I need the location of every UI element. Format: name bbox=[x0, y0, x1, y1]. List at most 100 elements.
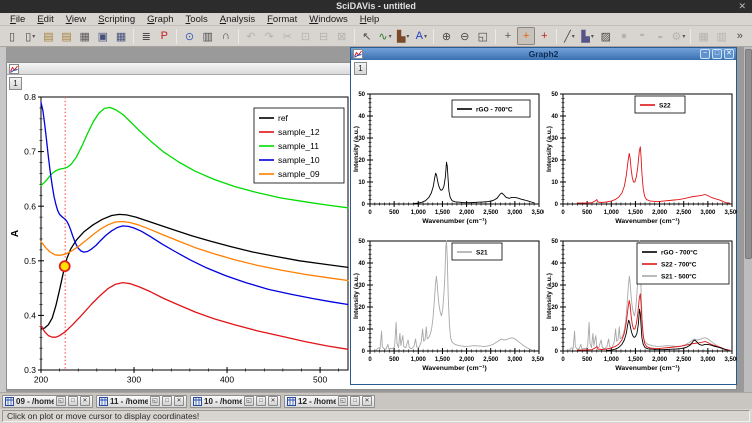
tab-close-button[interactable]: ✕ bbox=[80, 396, 90, 406]
svg-text:Intensity (a.u.): Intensity (a.u.) bbox=[353, 126, 360, 172]
rescale-to-show-all-icon[interactable]: ◱ bbox=[474, 27, 492, 45]
print-icon[interactable]: ≣ bbox=[137, 27, 155, 45]
zoom-in-icon[interactable]: ⊕ bbox=[437, 27, 455, 45]
tab-close-button[interactable]: ✕ bbox=[174, 396, 184, 406]
new-project-icon[interactable]: ▯ bbox=[3, 27, 21, 45]
scrollbar-thumb[interactable] bbox=[745, 49, 752, 259]
svg-text:Wavenumber (cm⁻¹): Wavenumber (cm⁻¹) bbox=[422, 365, 487, 372]
svg-text:40: 40 bbox=[551, 114, 558, 120]
graph2-minimize-button[interactable]: − bbox=[700, 49, 710, 59]
svg-text:50: 50 bbox=[551, 92, 558, 98]
menu-help[interactable]: Help bbox=[354, 14, 386, 25]
svg-text:S21 - 500°C: S21 - 500°C bbox=[661, 272, 697, 280]
tab-restore-button[interactable]: ◱ bbox=[338, 396, 348, 406]
menu-file[interactable]: File bbox=[4, 14, 31, 25]
table-add-column-icon: ▦ bbox=[694, 27, 712, 45]
plot-type-icon[interactable]: ∿▾ bbox=[376, 27, 394, 45]
new-aspect-icon[interactable]: ▯▾ bbox=[21, 27, 39, 45]
app-close-icon[interactable]: ✕ bbox=[738, 1, 746, 12]
tab-restore-button[interactable]: ◱ bbox=[244, 396, 254, 406]
tab-maximize-button[interactable]: □ bbox=[350, 396, 360, 406]
graph2-close-button[interactable]: ✕ bbox=[724, 49, 734, 59]
graph2-window[interactable]: Graph2 − □ ✕ 1 05001,0001,5002,0002,5003… bbox=[350, 47, 737, 385]
delete-icon: ⊠ bbox=[333, 27, 351, 45]
graph2-layer-button[interactable]: 1 bbox=[354, 62, 367, 75]
zoom-out-icon[interactable]: ⊖ bbox=[456, 27, 474, 45]
svg-text:500: 500 bbox=[582, 357, 593, 363]
svg-text:3,000: 3,000 bbox=[507, 210, 523, 216]
raman-combined-plot[interactable]: 05001,0001,5002,0002,5003,0003,500010203… bbox=[545, 231, 737, 373]
taskbar-tab[interactable]: 12 - /home/...◱□✕ bbox=[284, 395, 375, 408]
svg-text:1,000: 1,000 bbox=[411, 210, 427, 216]
table-icon bbox=[5, 397, 14, 406]
menu-scripting[interactable]: Scripting bbox=[92, 14, 141, 25]
plot-3d-ribbon-icon: ● bbox=[615, 27, 633, 45]
tab-maximize-button[interactable]: □ bbox=[162, 396, 172, 406]
status-message: Click on plot or move cursor to display … bbox=[2, 410, 750, 422]
graph2-title-bar[interactable]: Graph2 − □ ✕ bbox=[351, 48, 736, 60]
taskbar-tab[interactable]: 11 - /home/...◱□✕ bbox=[96, 395, 187, 408]
menu-format[interactable]: Format bbox=[261, 14, 303, 25]
svg-text:300: 300 bbox=[127, 375, 141, 385]
tab-maximize-button[interactable]: □ bbox=[256, 396, 266, 406]
menu-windows[interactable]: Windows bbox=[303, 14, 354, 25]
draw-line-icon[interactable]: ╱▾ bbox=[560, 27, 578, 45]
svg-text:1,000: 1,000 bbox=[604, 357, 620, 363]
import-ascii-icon[interactable]: ▦ bbox=[76, 27, 94, 45]
plot-wizard-icon[interactable]: ▙▾ bbox=[394, 27, 412, 45]
taskbar-tab[interactable]: 10 - /home/...◱□✕ bbox=[190, 395, 281, 408]
svg-text:2,500: 2,500 bbox=[676, 210, 692, 216]
project-explorer-icon[interactable]: ▥ bbox=[199, 27, 217, 45]
save-project-icon[interactable]: ▣ bbox=[94, 27, 112, 45]
svg-text:S22 - 700°C: S22 - 700°C bbox=[661, 260, 697, 268]
table-icon bbox=[99, 397, 108, 406]
export-pdf-icon[interactable]: P bbox=[155, 27, 173, 45]
tab-close-button[interactable]: ✕ bbox=[268, 396, 278, 406]
graph2-maximize-button[interactable]: □ bbox=[712, 49, 722, 59]
move-data-points-icon[interactable]: + bbox=[535, 27, 553, 45]
raman-s22-plot[interactable]: 05001,0001,5002,0002,5003,0003,500010203… bbox=[545, 84, 737, 226]
add-text-icon[interactable]: A▾ bbox=[412, 27, 430, 45]
menu-bar: FileEditViewScriptingGraphToolsAnalysisF… bbox=[0, 13, 752, 26]
add-histogram-icon[interactable]: ▙▾ bbox=[579, 27, 597, 45]
svg-text:50: 50 bbox=[358, 92, 365, 98]
add-image-icon[interactable]: ▨ bbox=[597, 27, 615, 45]
lock-toolbars-icon[interactable]: ∩ bbox=[217, 27, 235, 45]
svg-text:1,500: 1,500 bbox=[628, 357, 644, 363]
svg-text:sample_10: sample_10 bbox=[278, 155, 320, 165]
svg-text:0.7: 0.7 bbox=[24, 147, 36, 157]
uvvis-plot[interactable]: 2003004005000.30.40.50.60.70.8Arefsample… bbox=[9, 85, 352, 391]
taskbar-tab-label: 11 - /home/... bbox=[110, 397, 148, 406]
tab-maximize-button[interactable]: □ bbox=[68, 396, 78, 406]
open-template-icon[interactable]: ▤ bbox=[57, 27, 75, 45]
tab-restore-button[interactable]: ◱ bbox=[56, 396, 66, 406]
workspace-vertical-scrollbar[interactable] bbox=[743, 47, 752, 392]
pointer-icon[interactable]: ↖ bbox=[358, 27, 376, 45]
menu-tools[interactable]: Tools bbox=[180, 14, 214, 25]
find-window-icon[interactable]: ⊙ bbox=[180, 27, 198, 45]
svg-text:Intensity (a.u.): Intensity (a.u.) bbox=[546, 273, 553, 319]
graph2-title: Graph2 bbox=[351, 49, 736, 59]
svg-text:10: 10 bbox=[551, 180, 558, 186]
svg-text:2,500: 2,500 bbox=[483, 357, 499, 363]
tab-restore-button[interactable]: ◱ bbox=[150, 396, 160, 406]
toolbar-overflow-icon[interactable]: » bbox=[731, 27, 749, 45]
menu-view[interactable]: View bbox=[60, 14, 92, 25]
screen-reader-icon[interactable]: + bbox=[517, 27, 535, 45]
raman-s21-plot[interactable]: 05001,0001,5002,0002,5003,0003,500010203… bbox=[352, 231, 544, 373]
save-template-icon[interactable]: ▦ bbox=[112, 27, 130, 45]
svg-text:2,000: 2,000 bbox=[652, 210, 668, 216]
svg-text:0: 0 bbox=[555, 202, 559, 208]
svg-text:0.4: 0.4 bbox=[24, 310, 36, 320]
menu-graph[interactable]: Graph bbox=[141, 14, 179, 25]
open-project-icon[interactable]: ▤ bbox=[39, 27, 57, 45]
graph2-content: 1 05001,0001,5002,0002,5003,0003,5000102… bbox=[351, 60, 736, 384]
menu-analysis[interactable]: Analysis bbox=[214, 14, 261, 25]
menu-edit[interactable]: Edit bbox=[31, 14, 59, 25]
taskbar-tab[interactable]: 09 - /home/...◱□✕ bbox=[2, 395, 93, 408]
select-data-range-icon[interactable]: + bbox=[499, 27, 517, 45]
svg-text:rGO - 700°C: rGO - 700°C bbox=[476, 105, 513, 113]
tab-close-button[interactable]: ✕ bbox=[362, 396, 372, 406]
raman-rgo-plot[interactable]: 05001,0001,5002,0002,5003,0003,500010203… bbox=[352, 84, 544, 226]
table-icon bbox=[287, 397, 296, 406]
